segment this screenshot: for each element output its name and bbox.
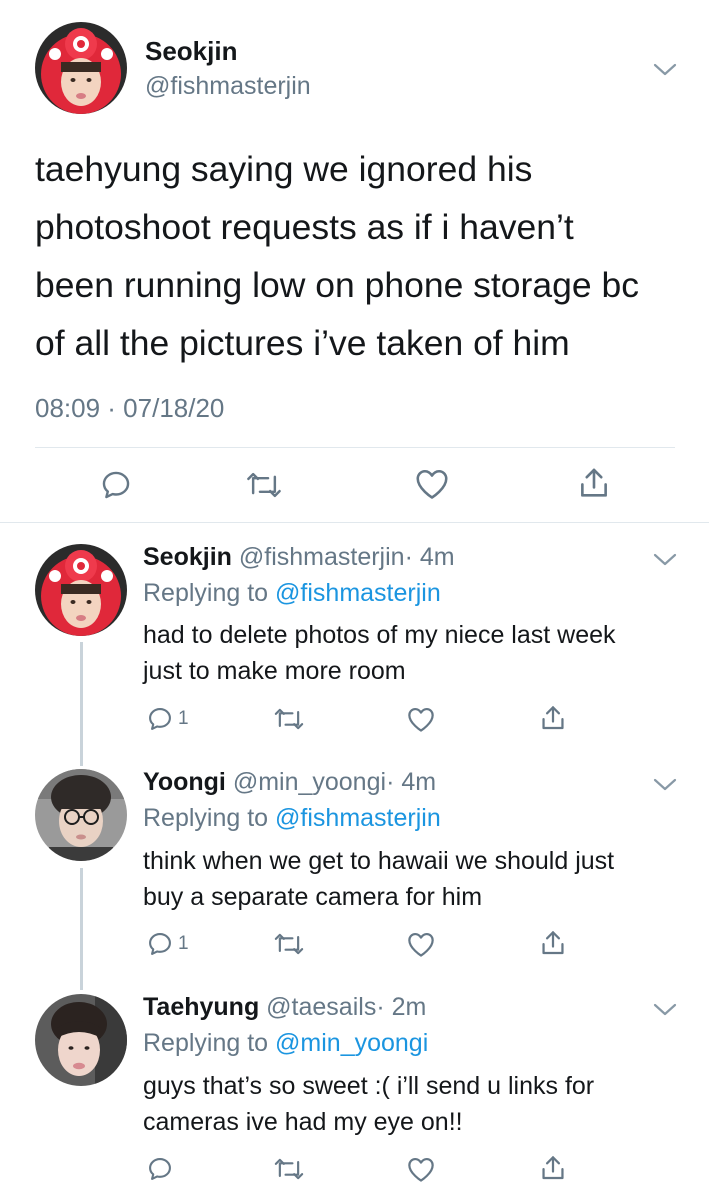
reply-count: 1: [178, 933, 189, 954]
reply-text-line: think when we get to hawaii we should ju…: [143, 847, 615, 875]
reply-text: guys that’s so sweet :( i’ll send u link…: [143, 1068, 688, 1140]
author-handle[interactable]: @min_yoongi: [233, 768, 386, 796]
reply-header: Seokjin @fishmasterjin· 4m: [143, 543, 455, 572]
reply-count: 1: [178, 708, 189, 729]
timestamp[interactable]: 08:09 · 07/18/20: [35, 393, 224, 424]
replying-prefix: Replying to: [143, 804, 276, 832]
reply-time: · 2m: [376, 993, 427, 1021]
seokjin-avatar[interactable]: [35, 544, 127, 636]
reply-icon[interactable]: [146, 930, 174, 958]
share-icon[interactable]: [540, 703, 566, 733]
reply-time: · 4m: [386, 768, 437, 796]
seokjin-avatar[interactable]: [35, 22, 127, 114]
tweet-text: taehyung saying we ignored his photoshoo…: [35, 140, 685, 372]
tweet-text-line: of all the pictures i’ve taken of him: [35, 323, 570, 363]
main-tweet: Seokjin @fishmasterjin taehyung saying w…: [0, 0, 709, 520]
reply-header: Taehyung @taesails· 2m: [143, 993, 426, 1022]
reply-text-line: guys that’s so sweet :( i’ll send u link…: [143, 1072, 595, 1100]
yoongi-avatar[interactable]: [35, 769, 127, 861]
tweet-text-line: taehyung saying we ignored his: [35, 149, 533, 189]
retweet-icon[interactable]: [245, 468, 283, 502]
section-divider: [0, 522, 709, 523]
reply-header: Yoongi @min_yoongi· 4m: [143, 768, 436, 797]
reply-text: think when we get to hawaii we should ju…: [143, 843, 688, 915]
like-icon[interactable]: [406, 1156, 436, 1183]
like-icon[interactable]: [406, 931, 436, 958]
replying-prefix: Replying to: [143, 1029, 276, 1057]
replying-prefix: Replying to: [143, 579, 276, 607]
taehyung-avatar[interactable]: [35, 994, 127, 1086]
retweet-icon[interactable]: [273, 1155, 305, 1183]
share-icon[interactable]: [540, 928, 566, 958]
thread-connector: [80, 868, 83, 990]
reply-icon[interactable]: [146, 705, 174, 733]
reply-text-line: buy a separate camera for him: [143, 883, 483, 911]
reply-text-line: just to make more room: [143, 657, 406, 685]
replying-to: Replying to @min_yoongi: [143, 1029, 428, 1058]
author-name[interactable]: Seokjin: [145, 36, 237, 67]
retweet-icon[interactable]: [273, 705, 305, 733]
tweet-text-line: photoshoot requests as if i haven’t: [35, 207, 574, 247]
mention-link[interactable]: @fishmasterjin: [275, 579, 441, 607]
retweet-icon[interactable]: [273, 930, 305, 958]
replying-to: Replying to @fishmasterjin: [143, 804, 441, 833]
thread-connector: [80, 642, 83, 766]
like-icon[interactable]: [406, 706, 436, 733]
author-handle[interactable]: @fishmasterjin: [239, 543, 405, 571]
author-handle[interactable]: @fishmasterjin: [145, 72, 311, 101]
mention-link[interactable]: @min_yoongi: [275, 1029, 428, 1057]
author-name[interactable]: Taehyung: [143, 993, 259, 1021]
chevron-down-icon[interactable]: [652, 60, 678, 78]
author-name[interactable]: Yoongi: [143, 768, 226, 796]
reply-icon[interactable]: [99, 468, 133, 502]
chevron-down-icon[interactable]: [652, 775, 678, 793]
reply-text-line: cameras ive had my eye on!!: [143, 1108, 463, 1136]
mention-link[interactable]: @fishmasterjin: [275, 804, 441, 832]
author-name[interactable]: Seokjin: [143, 543, 232, 571]
divider: [35, 447, 675, 448]
chevron-down-icon[interactable]: [652, 550, 678, 568]
like-icon[interactable]: [414, 467, 450, 501]
replying-to: Replying to @fishmasterjin: [143, 579, 441, 608]
chevron-down-icon[interactable]: [652, 1000, 678, 1018]
reply-time: · 4m: [404, 543, 455, 571]
share-icon[interactable]: [578, 465, 610, 501]
share-icon[interactable]: [540, 1153, 566, 1183]
reply-text-line: had to delete photos of my niece last we…: [143, 621, 616, 649]
reply-text: had to delete photos of my niece last we…: [143, 617, 688, 689]
tweet-text-line: been running low on phone storage bc: [35, 265, 639, 305]
reply-icon[interactable]: [146, 1155, 174, 1183]
author-handle[interactable]: @taesails: [266, 993, 376, 1021]
